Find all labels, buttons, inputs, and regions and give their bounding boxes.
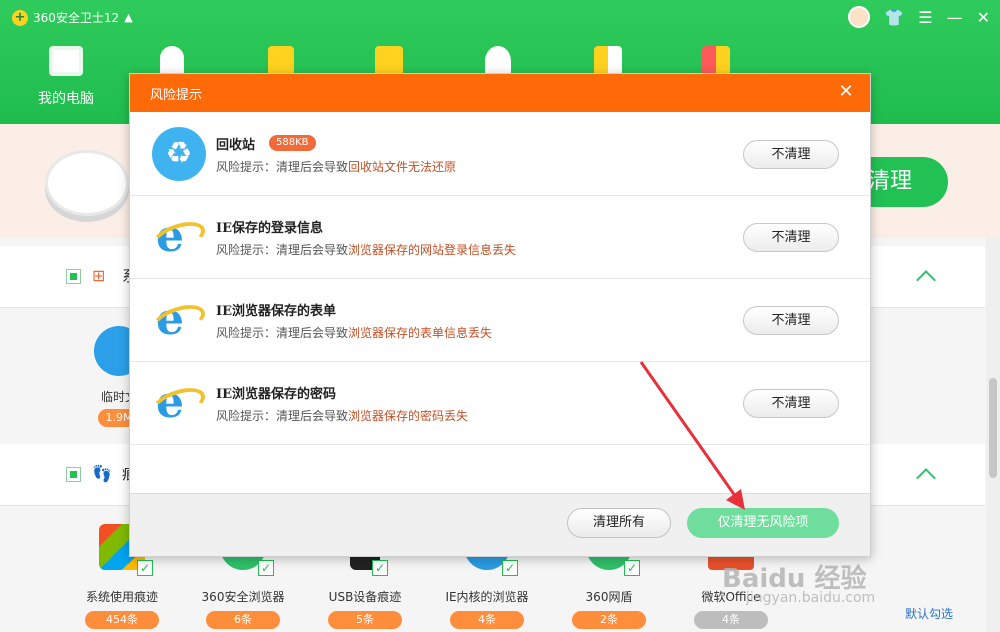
nav-speedup[interactable] bbox=[485, 46, 511, 76]
desc-prefix: 风险提示：清理后会导致 bbox=[216, 326, 349, 340]
desc-prefix: 风险提示：清理后会导致 bbox=[216, 409, 349, 423]
ie-icon: e bbox=[149, 293, 209, 347]
count-dropdown[interactable]: 5条 bbox=[328, 611, 402, 629]
watermark-url: jingyan.baidu.com bbox=[746, 590, 876, 606]
count-dropdown[interactable]: 2条 bbox=[572, 611, 646, 629]
count-dropdown[interactable]: 6条 bbox=[206, 611, 280, 629]
close-icon[interactable]: ✕ bbox=[836, 82, 856, 102]
user-avatar[interactable] bbox=[848, 6, 871, 28]
grid-icon bbox=[594, 46, 622, 76]
nav-label: 我的电脑 bbox=[38, 91, 94, 107]
nav-virus-scan[interactable] bbox=[160, 46, 184, 76]
clean-safe-only-button[interactable]: 仅清理无风险项 bbox=[687, 508, 839, 538]
no-clean-button[interactable]: 不清理 bbox=[743, 223, 839, 252]
dialog-header: 风险提示 ✕ bbox=[130, 74, 870, 112]
risk-prompt-dialog: 风险提示 ✕ ♻ 回收站 588KB 风险提示：清理后会导致回收站文件无法还原 … bbox=[129, 73, 871, 557]
dialog-title: 风险提示 bbox=[150, 88, 203, 103]
section-checkbox[interactable] bbox=[66, 467, 81, 482]
item-label: 系统使用痕迹 bbox=[85, 590, 158, 604]
nav-cleanup[interactable] bbox=[268, 46, 294, 76]
risk-item-name: IE保存的登录信息 bbox=[216, 221, 323, 236]
upgrade-arrow-icon[interactable]: ▲ bbox=[124, 11, 132, 24]
desc-consequence: 浏览器保存的密码丢失 bbox=[348, 409, 469, 423]
checkbox[interactable]: ✓ bbox=[258, 560, 274, 576]
risk-item-desc: 风险提示：清理后会导致浏览器保存的网站登录信息丢失 bbox=[216, 241, 516, 258]
desc-prefix: 风险提示：清理后会导致 bbox=[216, 243, 349, 257]
risk-item-recycle-bin: ♻ 回收站 588KB 风险提示：清理后会导致回收站文件无法还原 不清理 bbox=[130, 113, 870, 196]
scrollbar[interactable] bbox=[986, 238, 1000, 632]
menu-icon[interactable]: ☰ bbox=[918, 8, 932, 27]
risk-item-ie-login: e IE保存的登录信息 风险提示：清理后会导致浏览器保存的网站登录信息丢失 不清… bbox=[130, 196, 870, 279]
horse-icon bbox=[160, 46, 184, 76]
nav-repair[interactable] bbox=[375, 46, 403, 76]
chevron-up-icon[interactable] bbox=[916, 270, 936, 290]
item-label: 360网盾 bbox=[585, 590, 633, 604]
checkbox[interactable]: ✓ bbox=[502, 560, 518, 576]
count-dropdown[interactable]: 454条 bbox=[85, 611, 159, 629]
app-title-bar: + 360安全卫士12 ▲ bbox=[12, 9, 133, 26]
count-dropdown[interactable]: 4条 bbox=[694, 611, 768, 629]
nav-software[interactable] bbox=[702, 46, 730, 76]
nav-feature-center[interactable] bbox=[594, 46, 622, 76]
desc-prefix: 风险提示：清理后会导致 bbox=[216, 160, 349, 174]
checkbox[interactable]: ✓ bbox=[624, 560, 640, 576]
wrench-icon bbox=[375, 46, 403, 76]
sweeping-robot-icon bbox=[45, 150, 129, 216]
risk-item-desc: 风险提示：清理后会导致浏览器保存的表单信息丢失 bbox=[216, 324, 492, 341]
scroll-thumb[interactable] bbox=[989, 378, 997, 478]
risk-item-desc: 风险提示：清理后会导致浏览器保存的密码丢失 bbox=[216, 407, 468, 424]
app-title: 360安全卫士12 bbox=[33, 11, 120, 25]
clean-all-button[interactable]: 清理所有 bbox=[567, 508, 671, 538]
risk-item-name: IE浏览器保存的密码 bbox=[216, 387, 336, 402]
no-clean-button[interactable]: 不清理 bbox=[743, 389, 839, 418]
default-check-link[interactable]: 默认勾选 bbox=[905, 605, 953, 622]
desc-consequence: 浏览器保存的网站登录信息丢失 bbox=[348, 243, 517, 257]
desc-consequence: 浏览器保存的表单信息丢失 bbox=[348, 326, 493, 340]
monitor-icon bbox=[49, 46, 83, 76]
count-dropdown[interactable]: 4条 bbox=[450, 611, 524, 629]
item-label: 360安全浏览器 bbox=[201, 590, 285, 604]
dialog-footer: 清理所有 仅清理无风险项 bbox=[130, 493, 870, 556]
broom-icon bbox=[268, 46, 294, 76]
chevron-up-icon[interactable] bbox=[916, 468, 936, 488]
no-clean-button[interactable]: 不清理 bbox=[743, 306, 839, 335]
recycle-icon: ♻ bbox=[152, 127, 206, 181]
item-label: IE内核的浏览器 bbox=[445, 590, 529, 604]
risk-item-ie-forms: e IE浏览器保存的表单 风险提示：清理后会导致浏览器保存的表单信息丢失 不清理 bbox=[130, 279, 870, 362]
ie-icon: e bbox=[149, 376, 209, 430]
risk-item-desc: 风险提示：清理后会导致回收站文件无法还原 bbox=[216, 158, 456, 175]
risk-item-name: 回收站 bbox=[216, 138, 256, 153]
apps-icon bbox=[702, 46, 730, 76]
close-window-icon[interactable]: ✕ bbox=[977, 8, 990, 27]
size-badge: 588KB bbox=[269, 135, 316, 151]
section-checkbox[interactable] bbox=[66, 269, 81, 284]
risk-item-ie-passwords: e IE浏览器保存的密码 风险提示：清理后会导致浏览器保存的密码丢失 不清理 bbox=[130, 362, 870, 445]
windows-icon: ⊞ bbox=[92, 266, 106, 285]
risk-item-name: IE浏览器保存的表单 bbox=[216, 304, 336, 319]
window-controls: 👕 ☰ — ✕ bbox=[848, 6, 990, 28]
checkbox[interactable]: ✓ bbox=[372, 560, 388, 576]
checkbox[interactable]: ✓ bbox=[137, 560, 153, 576]
rocket-icon bbox=[485, 46, 511, 76]
skin-shirt-icon[interactable]: 👕 bbox=[884, 8, 904, 27]
minimize-icon[interactable]: — bbox=[947, 8, 963, 27]
no-clean-button[interactable]: 不清理 bbox=[743, 140, 839, 169]
app-logo-icon: + bbox=[12, 9, 28, 26]
item-label: USB设备痕迹 bbox=[328, 590, 402, 604]
footprint-icon: 👣 bbox=[92, 464, 112, 483]
ie-icon: e bbox=[149, 210, 209, 264]
desc-consequence: 回收站文件无法还原 bbox=[348, 160, 457, 174]
nav-my-computer[interactable]: 我的电脑 bbox=[38, 46, 94, 108]
